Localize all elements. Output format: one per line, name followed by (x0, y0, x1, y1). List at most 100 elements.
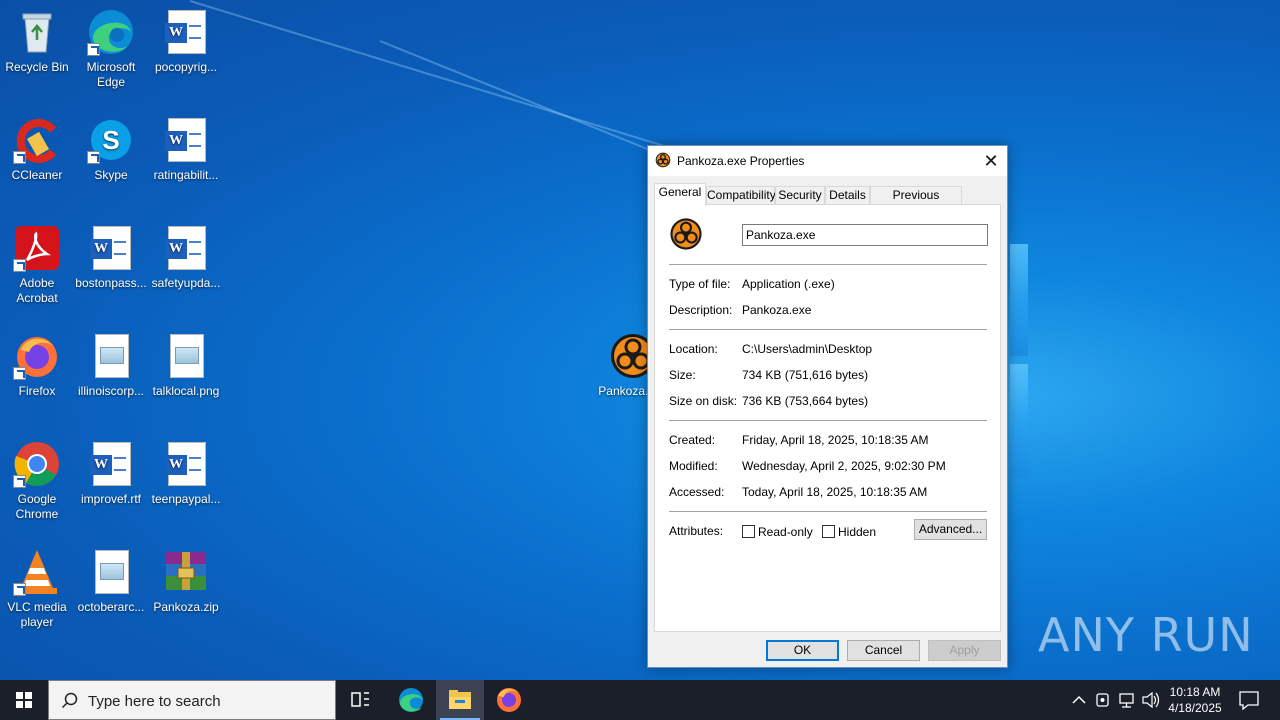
hidden-label[interactable]: Hidden (838, 525, 876, 539)
close-button[interactable]: ✕ (975, 146, 1007, 176)
firefox-icon (497, 688, 521, 712)
desktop-icon-vlc[interactable]: VLC media player (0, 548, 74, 630)
shortcut-arrow-icon (13, 583, 26, 596)
attributes-label: Attributes: (669, 524, 724, 538)
size-on-disk-label: Size on disk: (669, 394, 738, 408)
desktop-icon-label: Adobe Acrobat (16, 276, 58, 305)
word-document-icon: W (162, 116, 210, 164)
svg-text:S: S (102, 125, 119, 155)
advanced-button[interactable]: Advanced... (914, 519, 987, 540)
desktop-icon-label: bostonpass... (75, 276, 147, 290)
readonly-label[interactable]: Read-only (758, 525, 813, 539)
separator (669, 264, 987, 265)
word-document-icon: W (162, 8, 210, 56)
readonly-checkbox[interactable] (742, 525, 755, 538)
file-name-input[interactable]: Pankoza.exe (742, 224, 988, 246)
desktop-icon-octoberarc[interactable]: octoberarc... (74, 548, 148, 615)
word-document-icon: W (87, 224, 135, 272)
desktop-icon-label: illinoiscorp... (77, 384, 145, 398)
start-button[interactable] (0, 680, 48, 720)
desktop-icon-label: Skype (94, 168, 128, 182)
tray-device-icon[interactable] (1092, 680, 1114, 720)
desktop-icon-label: talklocal.png (152, 384, 220, 398)
desktop-icon-improvef[interactable]: W improvef.rtf (74, 440, 148, 507)
desktop-icon-ratingabilit[interactable]: W ratingabilit... (149, 116, 223, 183)
desktop-icon-label: ratingabilit... (153, 168, 219, 182)
type-of-file-value: Application (.exe) (742, 277, 835, 291)
taskbar-clock[interactable]: 10:18 AM 4/18/2025 (1158, 684, 1232, 716)
notification-icon (1239, 691, 1259, 711)
desktop-icon-teenpaypal[interactable]: W teenpaypal... (149, 440, 223, 507)
shortcut-arrow-icon (13, 367, 26, 380)
location-label: Location: (669, 342, 718, 356)
desktop-icon-label: Microsoft Edge (86, 60, 136, 89)
desktop-icon-bostonpass[interactable]: W bostonpass... (74, 224, 148, 291)
separator (669, 511, 987, 512)
desktop-icon-firefox[interactable]: Firefox (0, 332, 74, 399)
desktop-icon-safetyupda[interactable]: W safetyupda... (149, 224, 223, 291)
accessed-label: Accessed: (669, 485, 725, 499)
device-icon (1096, 693, 1109, 707)
taskbar: Type here to search 10:18 AM 4/18/2025 (0, 680, 1280, 720)
desktop-icon-label: Firefox (18, 384, 56, 398)
clock-time: 10:18 AM (1169, 685, 1221, 699)
type-of-file-label: Type of file: (669, 277, 731, 291)
desktop-icon-adobe-acrobat[interactable]: Adobe Acrobat (0, 224, 74, 306)
desktop-icon-label: Pankoza.zip (153, 600, 219, 614)
edge-icon (87, 8, 135, 56)
chevron-up-icon (1072, 695, 1086, 704)
taskbar-search-box[interactable]: Type here to search (48, 680, 336, 720)
size-label: Size: (669, 368, 696, 382)
task-view-button[interactable] (336, 680, 384, 720)
desktop-icon-label: improvef.rtf (80, 492, 141, 506)
dialog-titlebar[interactable]: Pankoza.exe Properties ✕ (648, 146, 1007, 176)
tab-compatibility[interactable]: Compatibility (706, 186, 776, 205)
ok-button[interactable]: OK (766, 640, 839, 661)
tab-previous-versions[interactable]: Previous Versions (870, 186, 962, 219)
tab-details[interactable]: Details (825, 186, 870, 205)
taskbar-edge[interactable] (387, 680, 435, 720)
desktop-icon-label: teenpaypal... (151, 492, 221, 506)
desktop-icon-label: octoberarc... (77, 600, 145, 614)
apply-button[interactable]: Apply (928, 640, 1001, 661)
tab-security[interactable]: Security (775, 186, 825, 205)
desktop-icon-pocopyrig[interactable]: W pocopyrig... (149, 8, 223, 75)
modified-label: Modified: (669, 459, 718, 473)
recycle-bin-icon (13, 8, 61, 56)
desktop-icon-illinoiscorp[interactable]: illinoiscorp... (74, 332, 148, 399)
cancel-button[interactable]: Cancel (847, 640, 920, 661)
desktop-icon-microsoft-edge[interactable]: Microsoft Edge (74, 8, 148, 90)
modified-value: Wednesday, April 2, 2025, 9:02:30 PM (742, 459, 946, 473)
desktop-icon-talklocal[interactable]: talklocal.png (149, 332, 223, 399)
shortcut-arrow-icon (13, 151, 26, 164)
desktop-icon-pankoza-zip[interactable]: Pankoza.zip (149, 548, 223, 615)
search-placeholder: Type here to search (88, 693, 221, 710)
created-value: Friday, April 18, 2025, 10:18:35 AM (742, 433, 929, 447)
accessed-value: Today, April 18, 2025, 10:18:35 AM (742, 485, 928, 499)
biohazard-icon (669, 217, 703, 251)
desktop-icon-google-chrome[interactable]: Google Chrome (0, 440, 74, 522)
hidden-checkbox[interactable] (822, 525, 835, 538)
desktop-icon-label: Recycle Bin (5, 60, 69, 74)
show-hidden-icons-button[interactable] (1068, 680, 1090, 720)
description-value: Pankoza.exe (742, 303, 812, 317)
taskbar-file-explorer[interactable] (436, 680, 484, 720)
description-label: Description: (669, 303, 733, 317)
word-document-icon: W (162, 440, 210, 488)
network-icon (1119, 693, 1134, 708)
word-document-icon: W (87, 440, 135, 488)
desktop-icon-ccleaner[interactable]: CCleaner (0, 116, 74, 183)
tab-general[interactable]: General (654, 183, 706, 206)
word-document-icon: W (162, 224, 210, 272)
tray-network-icon[interactable] (1116, 680, 1138, 720)
search-icon (61, 692, 78, 709)
action-center-button[interactable] (1234, 680, 1264, 720)
shortcut-arrow-icon (87, 151, 100, 164)
desktop-icon-recycle-bin[interactable]: Recycle Bin (0, 8, 74, 75)
image-file-icon (162, 332, 210, 380)
biohazard-icon (655, 152, 671, 168)
dialog-title: Pankoza.exe Properties (677, 154, 805, 168)
taskbar-firefox[interactable] (485, 680, 533, 720)
general-tab-panel: Pankoza.exe Type of file: Application (.… (654, 204, 1001, 632)
desktop-icon-skype[interactable]: S Skype (74, 116, 148, 183)
